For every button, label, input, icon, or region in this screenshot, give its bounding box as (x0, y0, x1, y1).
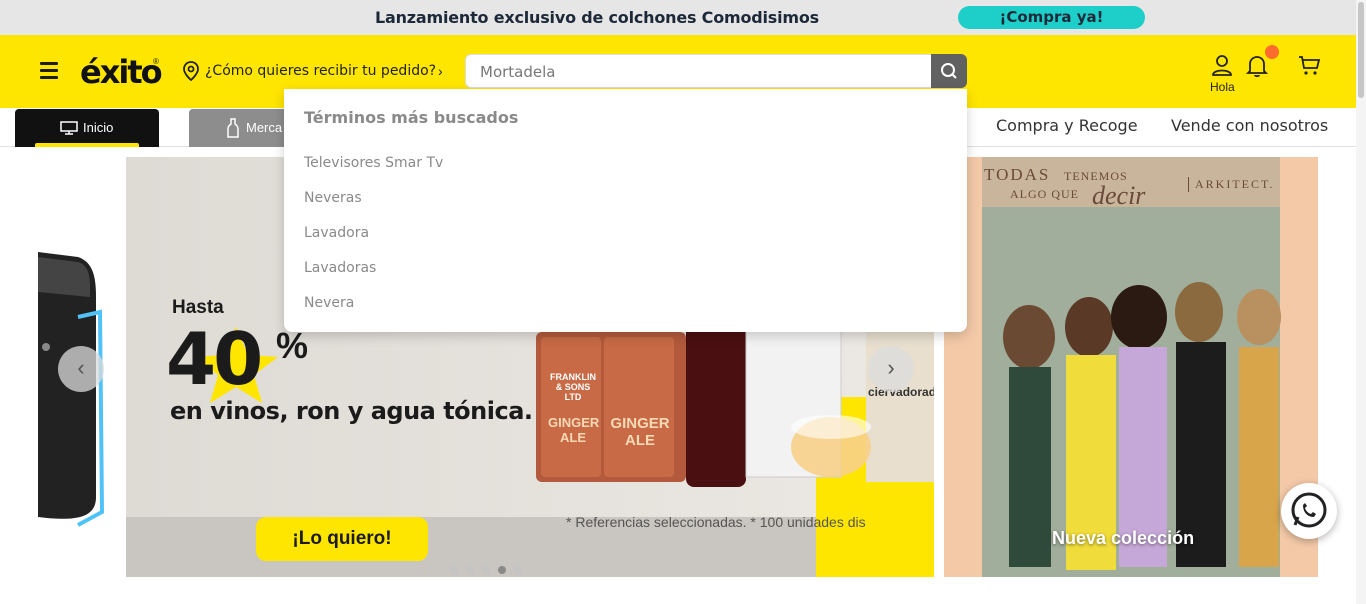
nav-item-label: Merca (246, 120, 283, 135)
promo-text: Lanzamiento exclusivo de colchones Comod… (375, 8, 820, 27)
banner-right-background (944, 157, 1318, 577)
search-button[interactable] (931, 54, 967, 88)
user-icon[interactable] (1210, 53, 1234, 77)
nav-item-mercado[interactable]: Merca (189, 109, 289, 147)
whatsapp-icon (1291, 492, 1327, 528)
suggestion-item[interactable]: Neveras (304, 190, 362, 206)
suggestion-item[interactable]: Nevera (304, 295, 354, 311)
bell-icon[interactable] (1246, 54, 1268, 78)
location-pin-icon[interactable] (182, 61, 200, 81)
banner-right-headline: decir (1092, 181, 1146, 210)
banner-subheading: en vinos, ron y agua tónica. (170, 397, 533, 425)
product-label: GINGER ALE (548, 415, 600, 445)
suggestion-item[interactable]: Lavadoras (304, 260, 376, 276)
promo-cta-button[interactable]: ¡Compra ya! (958, 6, 1145, 29)
nav-link-compra-recoge[interactable]: Compra y Recoge (996, 116, 1138, 135)
delivery-location-link[interactable]: ¿Cómo quieres recibir tu pedido? (205, 63, 436, 79)
chevron-left-icon: ‹ (77, 355, 85, 380)
bottle-icon (227, 118, 239, 138)
fashion-banner[interactable]: TODAS TENEMOS ALGO QUE decir ARKITECT. N… (944, 157, 1318, 577)
banner-big-number: 40 (166, 317, 263, 401)
search-bar: Mortadela (465, 54, 967, 88)
search-input[interactable]: Mortadela (480, 63, 555, 81)
scrollbar-thumb[interactable] (1358, 2, 1364, 98)
carousel-dot[interactable] (514, 566, 522, 574)
monitor-icon (60, 121, 78, 135)
banner-footnote: * Referencias seleccionadas. * 100 unida… (566, 514, 866, 530)
banner-cta-button[interactable]: ¡Lo quiero! (256, 517, 428, 561)
chevron-right-icon[interactable]: › (438, 63, 443, 79)
search-suggestions-dropdown: Términos más buscados Televisores Smar T… (284, 89, 967, 332)
carousel-prev-button[interactable]: ‹ (58, 346, 104, 392)
menu-icon[interactable] (40, 62, 58, 80)
carousel-dot-active[interactable] (498, 566, 506, 574)
chevron-right-icon: › (887, 355, 895, 380)
product-label: GINGER ALE (610, 415, 670, 449)
carousel-dot[interactable] (450, 566, 458, 574)
banner-right-cta[interactable]: Nueva colección (1052, 528, 1194, 549)
product-label: FRANKLIN & SONS LTD (550, 372, 596, 402)
promo-bar: Lanzamiento exclusivo de colchones Comod… (0, 0, 1356, 35)
brand-logo: ARKITECT. (1188, 177, 1274, 192)
search-icon (941, 63, 957, 79)
carousel-dot[interactable] (482, 566, 490, 574)
suggestions-title: Términos más buscados (304, 108, 519, 127)
user-label[interactable]: Hola (1210, 80, 1235, 94)
suggestion-item[interactable]: Lavadora (304, 225, 369, 241)
carousel-next-button[interactable]: › (868, 346, 914, 392)
logo[interactable]: éxito (80, 53, 163, 91)
registered-icon: ® (153, 57, 159, 66)
carousel-dot[interactable] (466, 566, 474, 574)
active-indicator (35, 143, 139, 147)
nav-link-vende[interactable]: Vende con nosotros (1171, 116, 1328, 135)
suggestion-item[interactable]: Televisores Smar Tv (304, 155, 443, 171)
carousel-dots (450, 561, 530, 579)
notification-dot (1265, 45, 1279, 59)
nav-item-label: Inicio (83, 120, 114, 135)
banner-pre-heading: Hasta (172, 297, 224, 318)
banner-right-headline: TODAS (984, 165, 1051, 184)
banner-right-headline: ALGO QUE (1010, 187, 1079, 201)
nav-item-inicio[interactable]: Inicio (15, 109, 159, 147)
cart-icon[interactable] (1297, 54, 1321, 78)
whatsapp-button[interactable] (1281, 483, 1337, 539)
